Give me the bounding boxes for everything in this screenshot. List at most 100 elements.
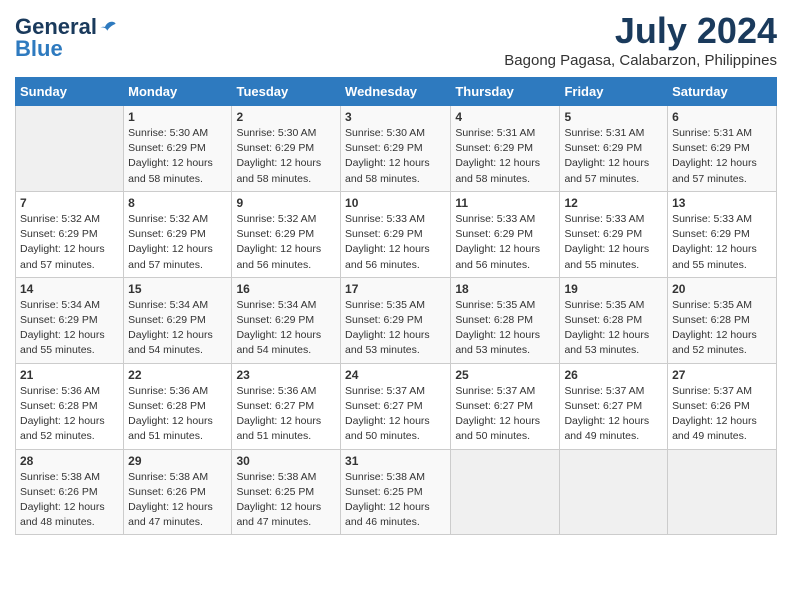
- logo-bird-icon: [99, 18, 117, 36]
- day-header-sunday: Sunday: [16, 78, 124, 106]
- day-number: 4: [455, 110, 555, 124]
- logo: General Blue: [15, 16, 117, 60]
- calendar-day-19: 19Sunrise: 5:35 AM Sunset: 6:28 PM Dayli…: [560, 277, 668, 363]
- calendar-day-31: 31Sunrise: 5:38 AM Sunset: 6:25 PM Dayli…: [341, 449, 451, 535]
- calendar-week-row: 1 Sunrise: 5:30 AM Sunset: 6:29 PM Daylig…: [16, 106, 777, 192]
- day-header-wednesday: Wednesday: [341, 78, 451, 106]
- day-info: Sunrise: 5:31 AM Sunset: 6:29 PM Dayligh…: [672, 127, 757, 185]
- day-number: 11: [455, 196, 555, 210]
- day-number: 13: [672, 196, 772, 210]
- day-info: Sunrise: 5:37 AM Sunset: 6:27 PM Dayligh…: [345, 385, 430, 443]
- calendar-day-18: 18 Sunrise: 5:35 AM Sunset: 6:28 PM Dayli…: [451, 277, 560, 363]
- calendar-day-4: 4 Sunrise: 5:31 AM Sunset: 6:29 PM Daylig…: [451, 106, 560, 192]
- day-info: Sunrise: 5:35 AM Sunset: 6:28 PM Dayligh…: [672, 299, 757, 357]
- calendar-day-15: 15 Sunrise: 5:34 AM Sunset: 6:29 PM Dayli…: [124, 277, 232, 363]
- day-info: Sunrise: 5:33 AM Sunset: 6:29 PM Dayligh…: [564, 213, 649, 271]
- calendar-day-11: 11 Sunrise: 5:33 AM Sunset: 6:29 PM Dayli…: [451, 191, 560, 277]
- day-header-thursday: Thursday: [451, 78, 560, 106]
- day-info: Sunrise: 5:35 AM Sunset: 6:28 PM Dayligh…: [455, 299, 540, 357]
- day-info: Sunrise: 5:31 AM Sunset: 6:29 PM Dayligh…: [564, 127, 649, 185]
- day-info: Sunrise: 5:30 AM Sunset: 6:29 PM Dayligh…: [128, 127, 213, 185]
- day-info: Sunrise: 5:34 AM Sunset: 6:29 PM Dayligh…: [20, 299, 105, 357]
- calendar-empty-cell: [560, 449, 668, 535]
- day-header-saturday: Saturday: [668, 78, 777, 106]
- day-number: 16: [236, 282, 336, 296]
- calendar-day-21: 21 Sunrise: 5:36 AM Sunset: 6:28 PM Dayli…: [16, 363, 124, 449]
- calendar-day-8: 8 Sunrise: 5:32 AM Sunset: 6:29 PM Daylig…: [124, 191, 232, 277]
- day-number: 17: [345, 282, 446, 296]
- calendar-empty-cell: [451, 449, 560, 535]
- day-number: 23: [236, 368, 336, 382]
- day-number: 5: [564, 110, 663, 124]
- day-number: 20: [672, 282, 772, 296]
- day-info: Sunrise: 5:36 AM Sunset: 6:28 PM Dayligh…: [128, 385, 213, 443]
- calendar-day-5: 5 Sunrise: 5:31 AM Sunset: 6:29 PM Daylig…: [560, 106, 668, 192]
- day-header-monday: Monday: [124, 78, 232, 106]
- day-info: Sunrise: 5:31 AM Sunset: 6:29 PM Dayligh…: [455, 127, 540, 185]
- calendar-empty-cell: [668, 449, 777, 535]
- calendar-day-14: 14 Sunrise: 5:34 AM Sunset: 6:29 PM Dayli…: [16, 277, 124, 363]
- calendar-day-2: 2Sunrise: 5:30 AM Sunset: 6:29 PM Daylig…: [232, 106, 341, 192]
- day-number: 8: [128, 196, 227, 210]
- day-info: Sunrise: 5:35 AM Sunset: 6:29 PM Dayligh…: [345, 299, 430, 357]
- day-info: Sunrise: 5:33 AM Sunset: 6:29 PM Dayligh…: [455, 213, 540, 271]
- day-info: Sunrise: 5:30 AM Sunset: 6:29 PM Dayligh…: [236, 127, 321, 185]
- day-number: 26: [564, 368, 663, 382]
- calendar-day-22: 22 Sunrise: 5:36 AM Sunset: 6:28 PM Dayli…: [124, 363, 232, 449]
- day-info: Sunrise: 5:36 AM Sunset: 6:28 PM Dayligh…: [20, 385, 105, 443]
- calendar-day-12: 12Sunrise: 5:33 AM Sunset: 6:29 PM Dayli…: [560, 191, 668, 277]
- day-number: 1: [128, 110, 227, 124]
- location-title: Bagong Pagasa, Calabarzon, Philippines: [504, 52, 777, 69]
- day-info: Sunrise: 5:32 AM Sunset: 6:29 PM Dayligh…: [20, 213, 105, 271]
- day-number: 30: [236, 454, 336, 468]
- day-number: 21: [20, 368, 119, 382]
- calendar-empty-cell: [16, 106, 124, 192]
- header: General Blue July 2024 Bagong Pagasa, Ca…: [15, 10, 777, 69]
- day-number: 15: [128, 282, 227, 296]
- day-info: Sunrise: 5:30 AM Sunset: 6:29 PM Dayligh…: [345, 127, 430, 185]
- calendar-day-30: 30Sunrise: 5:38 AM Sunset: 6:25 PM Dayli…: [232, 449, 341, 535]
- day-number: 27: [672, 368, 772, 382]
- day-info: Sunrise: 5:34 AM Sunset: 6:29 PM Dayligh…: [236, 299, 321, 357]
- month-title: July 2024: [504, 10, 777, 52]
- calendar-day-13: 13 Sunrise: 5:33 AM Sunset: 6:29 PM Dayli…: [668, 191, 777, 277]
- day-number: 9: [236, 196, 336, 210]
- day-number: 3: [345, 110, 446, 124]
- day-info: Sunrise: 5:32 AM Sunset: 6:29 PM Dayligh…: [236, 213, 321, 271]
- day-number: 28: [20, 454, 119, 468]
- calendar-day-20: 20 Sunrise: 5:35 AM Sunset: 6:28 PM Dayli…: [668, 277, 777, 363]
- day-info: Sunrise: 5:32 AM Sunset: 6:29 PM Dayligh…: [128, 213, 213, 271]
- calendar-day-28: 28Sunrise: 5:38 AM Sunset: 6:26 PM Dayli…: [16, 449, 124, 535]
- day-number: 22: [128, 368, 227, 382]
- day-number: 25: [455, 368, 555, 382]
- calendar-day-17: 17 Sunrise: 5:35 AM Sunset: 6:29 PM Dayli…: [341, 277, 451, 363]
- calendar-week-row: 28 Sunrise: 5:38 AM Sunset: 6:26 PM Dayli…: [16, 449, 777, 535]
- calendar-day-26: 26 Sunrise: 5:37 AM Sunset: 6:27 PM Dayli…: [560, 363, 668, 449]
- calendar-day-7: 7 Sunrise: 5:32 AM Sunset: 6:29 PM Daylig…: [16, 191, 124, 277]
- day-info: Sunrise: 5:37 AM Sunset: 6:26 PM Dayligh…: [672, 385, 757, 443]
- calendar-week-row: 7 Sunrise: 5:32 AM Sunset: 6:29 PM Daylig…: [16, 191, 777, 277]
- calendar-header-row: SundayMondayTuesdayWednesdayThursdayFrid…: [16, 78, 777, 106]
- day-info: Sunrise: 5:34 AM Sunset: 6:29 PM Dayligh…: [128, 299, 213, 357]
- title-area: July 2024 Bagong Pagasa, Calabarzon, Phi…: [504, 10, 777, 69]
- day-number: 7: [20, 196, 119, 210]
- day-number: 6: [672, 110, 772, 124]
- day-number: 31: [345, 454, 446, 468]
- day-info: Sunrise: 5:37 AM Sunset: 6:27 PM Dayligh…: [455, 385, 540, 443]
- day-number: 18: [455, 282, 555, 296]
- day-number: 14: [20, 282, 119, 296]
- day-info: Sunrise: 5:37 AM Sunset: 6:27 PM Dayligh…: [564, 385, 649, 443]
- day-number: 29: [128, 454, 227, 468]
- day-info: Sunrise: 5:33 AM Sunset: 6:29 PM Dayligh…: [672, 213, 757, 271]
- day-number: 10: [345, 196, 446, 210]
- day-number: 19: [564, 282, 663, 296]
- calendar-week-row: 21 Sunrise: 5:36 AM Sunset: 6:28 PM Dayli…: [16, 363, 777, 449]
- calendar-day-29: 29 Sunrise: 5:38 AM Sunset: 6:26 PM Dayli…: [124, 449, 232, 535]
- day-info: Sunrise: 5:33 AM Sunset: 6:29 PM Dayligh…: [345, 213, 430, 271]
- calendar-day-27: 27 Sunrise: 5:37 AM Sunset: 6:26 PM Dayli…: [668, 363, 777, 449]
- calendar-day-23: 23 Sunrise: 5:36 AM Sunset: 6:27 PM Dayli…: [232, 363, 341, 449]
- day-info: Sunrise: 5:36 AM Sunset: 6:27 PM Dayligh…: [236, 385, 321, 443]
- day-info: Sunrise: 5:38 AM Sunset: 6:26 PM Dayligh…: [128, 471, 213, 529]
- calendar-day-10: 10 Sunrise: 5:33 AM Sunset: 6:29 PM Dayli…: [341, 191, 451, 277]
- logo-general: General: [15, 16, 97, 38]
